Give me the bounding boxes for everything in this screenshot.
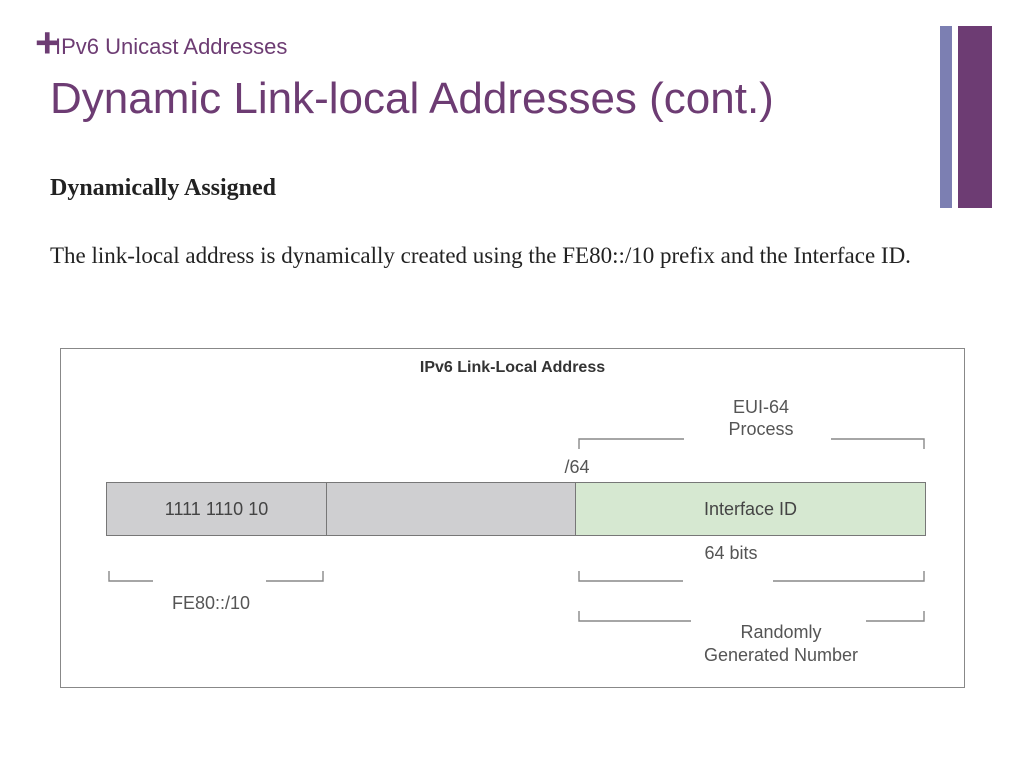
accent-bar-blue xyxy=(940,26,952,208)
label-fe80: FE80::/10 xyxy=(161,593,261,614)
slide-topic: IPv6 Unicast Addresses xyxy=(55,34,287,60)
label-slash64: /64 xyxy=(557,457,597,478)
accent-bar-purple xyxy=(958,26,992,208)
label-eui64: EUI-64 Process xyxy=(701,397,821,440)
diagram-title: IPv6 Link-Local Address xyxy=(61,359,964,377)
address-row: 1111 1110 10 Interface ID xyxy=(106,482,926,536)
accent-bars xyxy=(940,26,992,208)
section-subhead: Dynamically Assigned xyxy=(50,175,276,202)
label-64bits: 64 bits xyxy=(691,543,771,564)
cell-prefix-bits: 1111 1110 10 xyxy=(106,482,326,536)
label-random: Randomly Generated Number xyxy=(701,621,861,666)
cell-interface-id: Interface ID xyxy=(576,482,926,536)
slide-title: Dynamic Link-local Addresses (cont.) xyxy=(50,74,774,124)
ipv6-diagram: IPv6 Link-Local Address 1111 1110 10 Int… xyxy=(60,348,965,688)
cell-middle xyxy=(326,482,576,536)
section-paragraph: The link-local address is dynamically cr… xyxy=(50,240,964,272)
